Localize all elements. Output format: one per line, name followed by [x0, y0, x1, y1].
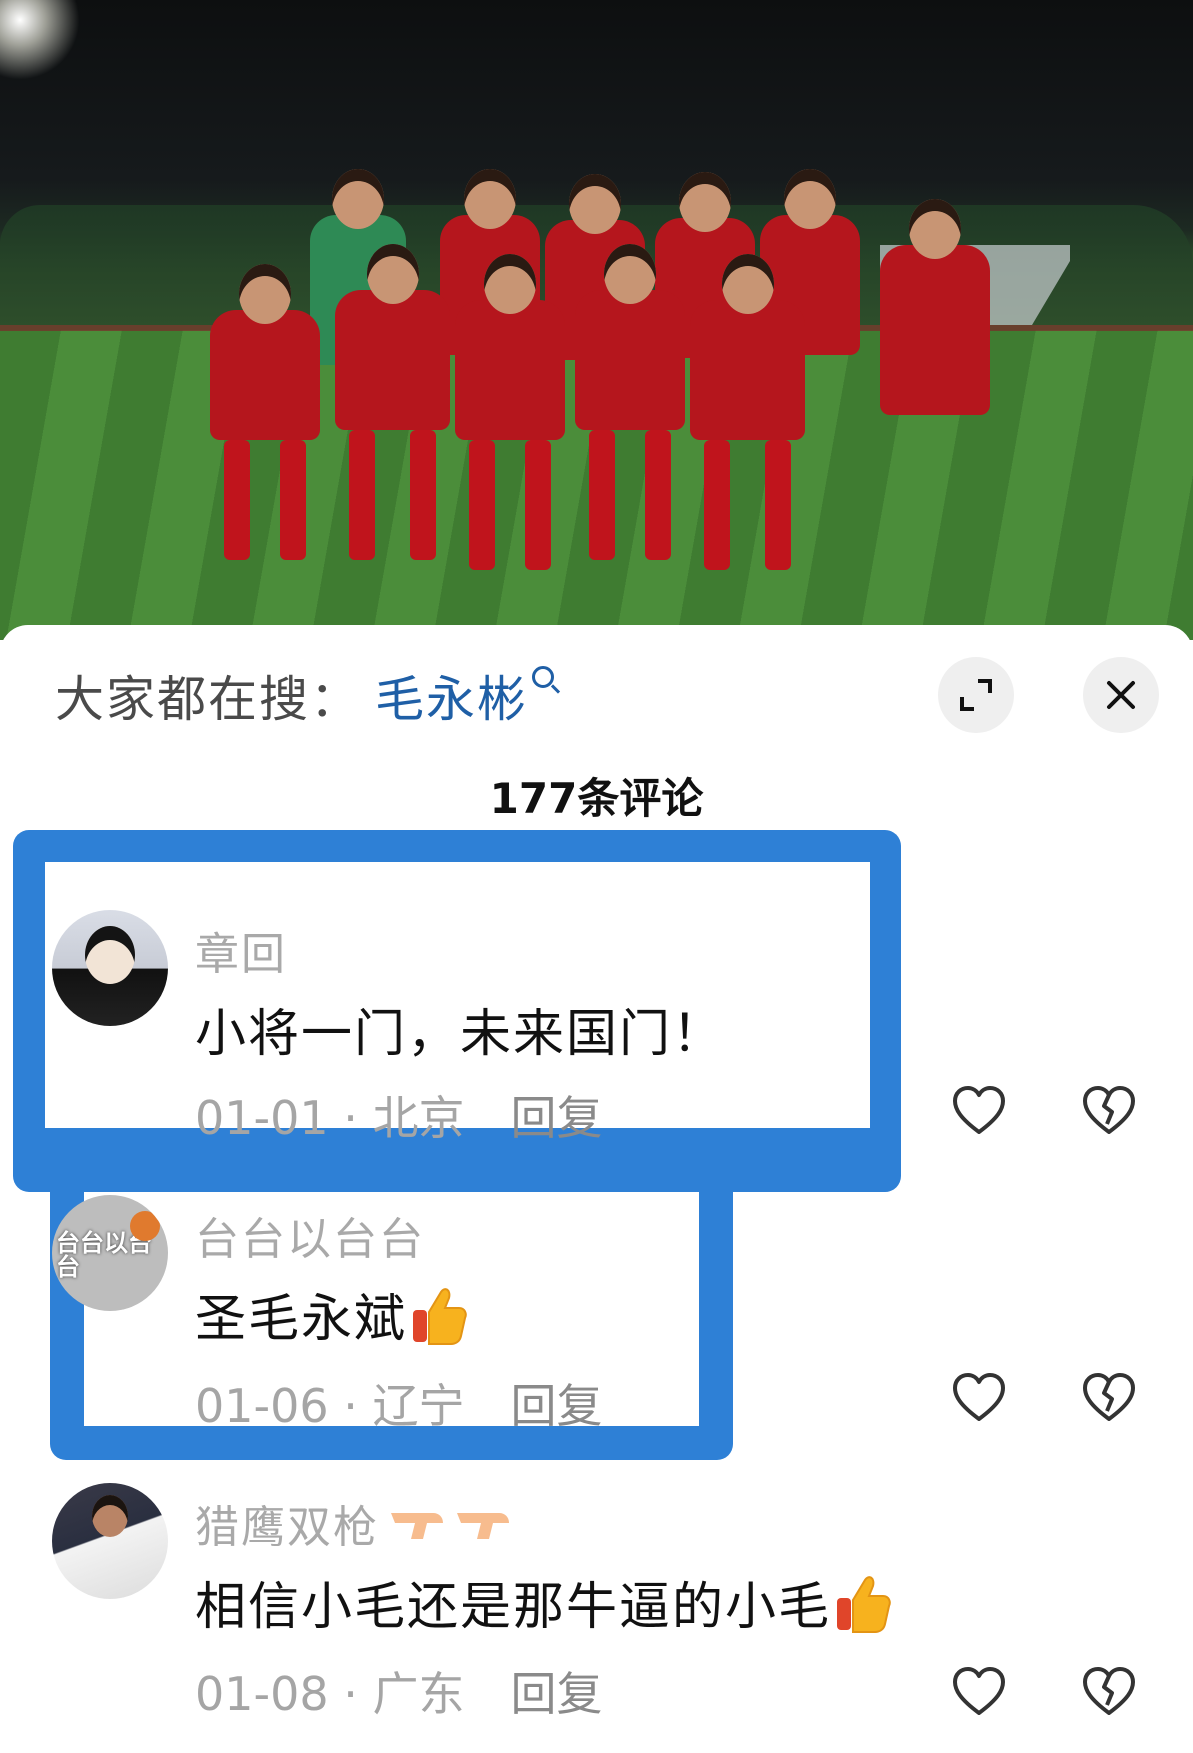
- player: [455, 254, 565, 570]
- player: [335, 244, 450, 560]
- avatar-text: 台台以台台: [56, 1229, 152, 1281]
- reply-button[interactable]: 回复: [511, 1667, 603, 1721]
- comment-count: 177条评论: [489, 774, 704, 823]
- like-button[interactable]: [950, 1082, 1008, 1140]
- avatar[interactable]: [52, 910, 168, 1026]
- expand-icon: [960, 679, 992, 711]
- heart-icon: [953, 1667, 1005, 1715]
- heart-icon: [953, 1373, 1005, 1421]
- comment-date-location: 01-01 · 北京: [195, 1091, 465, 1145]
- comment-text: 小将一门，未来国门！: [195, 1005, 726, 1064]
- comment-text: 圣毛永斌: [195, 1277, 467, 1351]
- reply-button[interactable]: 回复: [511, 1379, 603, 1433]
- comment-date-location: 01-06 · 辽宁: [195, 1379, 465, 1433]
- dislike-button[interactable]: [1080, 1369, 1138, 1427]
- comment-username-text: 猎鹰双枪: [195, 1502, 379, 1553]
- comment-text-body: 相信小毛还是那牛逼的小毛: [195, 1578, 832, 1637]
- comment-username[interactable]: 猎鹰双枪: [195, 1491, 517, 1558]
- players-group: [200, 160, 1000, 630]
- player: [210, 264, 320, 560]
- player: [880, 199, 990, 415]
- player: [575, 244, 685, 560]
- trending-search[interactable]: 大家都在搜： 毛永彬: [55, 660, 555, 731]
- close-icon: [1107, 681, 1135, 709]
- like-button[interactable]: [950, 1369, 1008, 1427]
- trending-search-term[interactable]: 毛永彬: [375, 660, 528, 731]
- comment-text-body: 圣毛永斌: [195, 1290, 408, 1349]
- comment-username[interactable]: 台台以台台: [195, 1203, 425, 1267]
- comment-text: 相信小毛还是那牛逼的小毛: [195, 1565, 891, 1639]
- comment-meta: 01-01 · 北京 回复: [195, 1082, 603, 1148]
- player: [690, 254, 805, 570]
- search-icon: [532, 666, 555, 688]
- comment-username[interactable]: 章回: [195, 918, 287, 982]
- like-button[interactable]: [950, 1663, 1008, 1721]
- floodlight: [0, 0, 80, 80]
- broken-heart-icon: [1083, 1086, 1135, 1134]
- avatar[interactable]: 台台以台台: [52, 1195, 168, 1311]
- heart-icon: [953, 1086, 1005, 1134]
- dislike-button[interactable]: [1080, 1082, 1138, 1140]
- thumbs-up-emoji: [411, 1284, 467, 1346]
- broken-heart-icon: [1083, 1667, 1135, 1715]
- comment-meta: 01-08 · 广东 回复: [195, 1658, 603, 1724]
- comment-meta: 01-06 · 辽宁 回复: [195, 1370, 603, 1436]
- close-button[interactable]: [1083, 657, 1159, 733]
- reply-button[interactable]: 回复: [511, 1091, 603, 1145]
- dislike-button[interactable]: [1080, 1663, 1138, 1721]
- avatar[interactable]: [52, 1483, 168, 1599]
- comment-date-location: 01-08 · 广东: [195, 1667, 465, 1721]
- trending-search-label: 大家都在搜：: [55, 670, 362, 728]
- expand-button[interactable]: [938, 657, 1014, 733]
- thumbs-up-emoji: [835, 1572, 891, 1634]
- water-gun-emoji: [387, 1503, 517, 1558]
- team-photo: [0, 0, 1193, 640]
- broken-heart-icon: [1083, 1373, 1135, 1421]
